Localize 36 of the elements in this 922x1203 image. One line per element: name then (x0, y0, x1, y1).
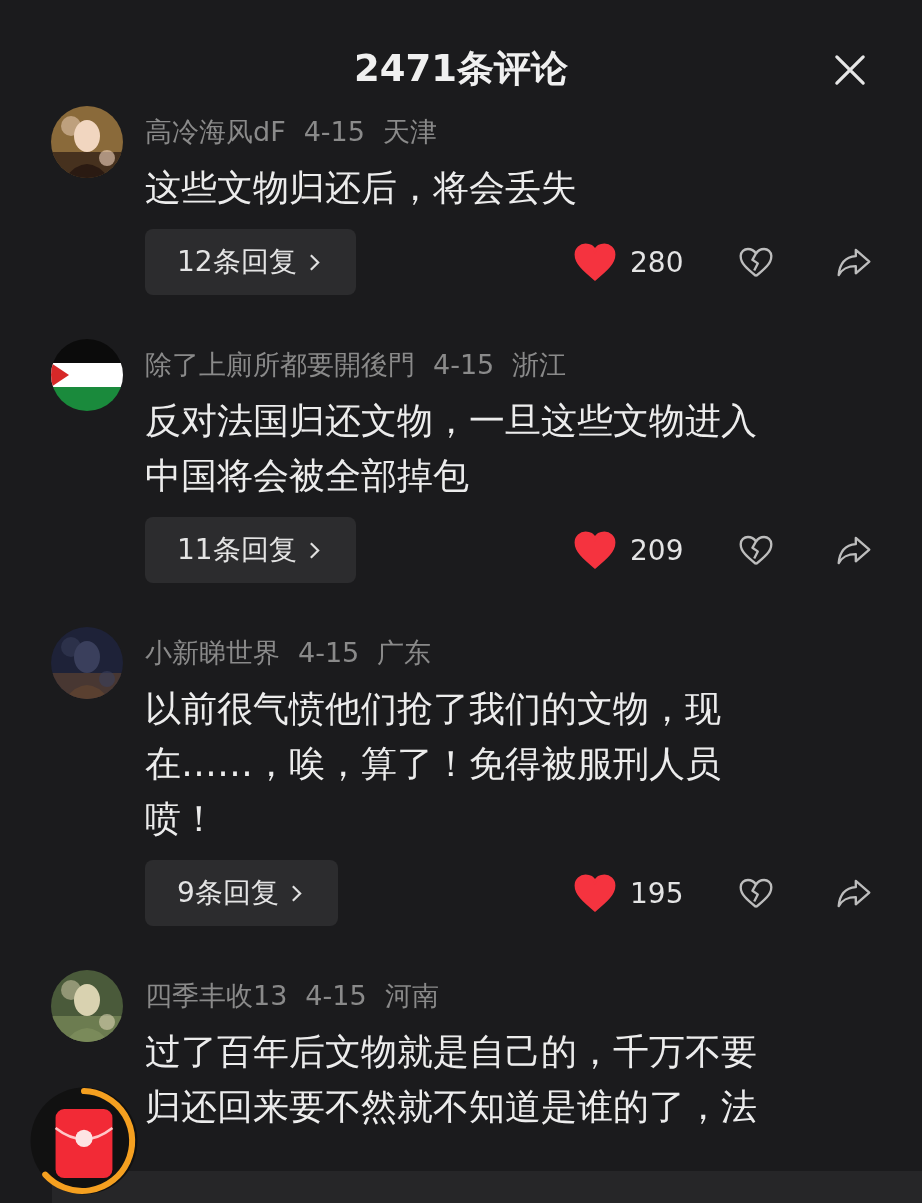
chevron-icon (290, 883, 302, 903)
comment-text: 过了百年后文物就是自己的，千万不要 归还回来要不然就不知道是谁的了，法 (145, 1030, 758, 1129)
chevron-icon (308, 540, 320, 560)
comment-location: 广东 (377, 636, 432, 670)
like-count: 280 (630, 245, 685, 279)
user-name[interactable]: 四季丰收13 (145, 978, 288, 1014)
heart-icon[interactable] (574, 531, 616, 569)
input-bar[interactable] (52, 1171, 922, 1203)
like-count: 209 (630, 533, 685, 567)
broken-heart-icon[interactable] (738, 533, 774, 567)
replies-button[interactable]: 12条回复 (145, 229, 356, 295)
broken-heart-icon[interactable] (738, 245, 774, 279)
envelope-icon[interactable] (28, 1085, 140, 1197)
user-name[interactable]: 高冷海风dF (145, 114, 286, 150)
comments-title: 2471条评论 (354, 46, 568, 92)
close-icon[interactable] (834, 54, 866, 86)
replies-button[interactable]: 9条回复 (145, 860, 338, 926)
comment-date: 4-15 (303, 115, 365, 149)
user-name[interactable]: 除了上廁所都要開後門 (145, 347, 415, 383)
comment-location: 天津 (382, 115, 437, 149)
comment-date: 4-15 (305, 979, 367, 1013)
heart-icon[interactable] (574, 874, 616, 912)
comment-date: 4-15 (433, 348, 495, 382)
like-count: 195 (630, 876, 685, 910)
broken-heart-icon[interactable] (738, 876, 774, 910)
comment-text: 以前很气愤他们抢了我们的文物，现 在……，唉，算了！免得被服刑人员 喷！ (145, 687, 722, 841)
user-name[interactable]: 小新睇世界 (145, 635, 280, 671)
chevron-icon (308, 252, 320, 272)
flag-avatar[interactable] (51, 339, 123, 411)
replies-button[interactable]: 11条回复 (145, 517, 356, 583)
comment-date: 4-15 (298, 636, 360, 670)
comment-text: 这些文物归还后，将会丢失 (145, 166, 578, 210)
heart-icon[interactable] (574, 243, 616, 281)
comment-location: 河南 (384, 979, 439, 1013)
comment-text: 反对法国归还文物，一旦这些文物进入 中国将会被全部掉包 (145, 399, 758, 498)
comment-location: 浙江 (512, 348, 567, 382)
